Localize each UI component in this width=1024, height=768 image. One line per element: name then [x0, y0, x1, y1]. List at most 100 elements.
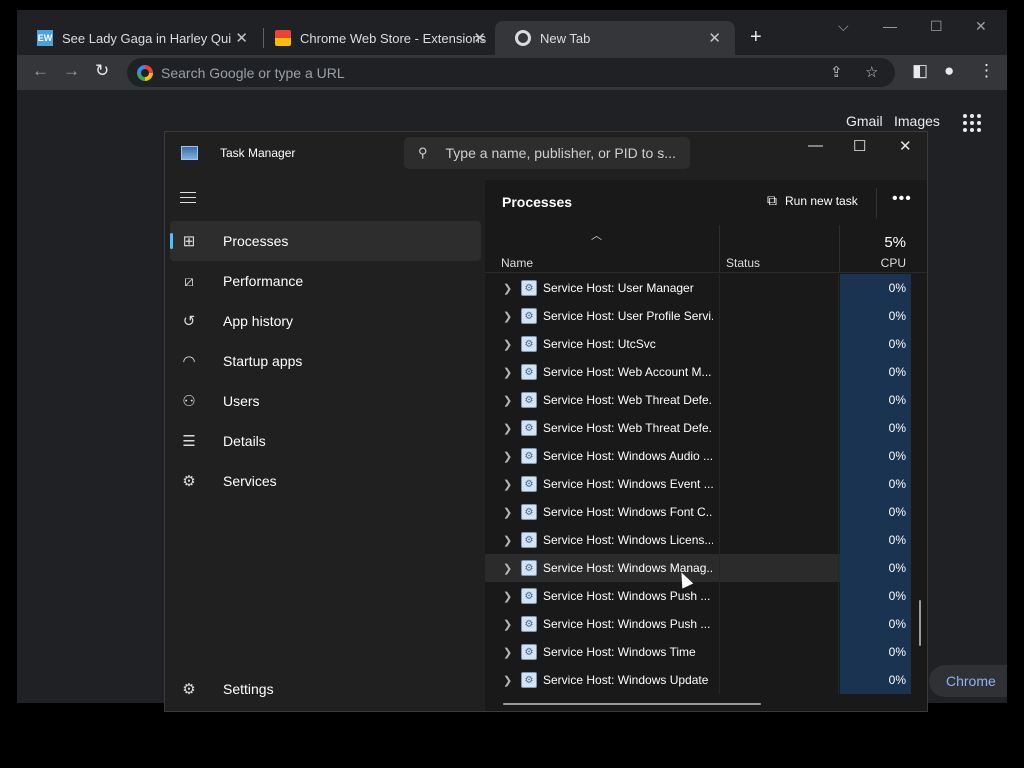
- sidebar-item-label: App history: [223, 313, 294, 329]
- sidebar-item-users[interactable]: ⚇ Users: [170, 381, 481, 421]
- expand-chevron-icon[interactable]: ❯: [503, 674, 513, 687]
- expand-chevron-icon[interactable]: ❯: [503, 338, 513, 351]
- expand-chevron-icon[interactable]: ❯: [503, 534, 513, 547]
- maximize-icon[interactable]: ☐: [853, 137, 866, 155]
- menu-kebab-icon[interactable]: ⋮: [978, 61, 995, 81]
- new-tab-button[interactable]: +: [750, 26, 762, 49]
- minimize-icon[interactable]: —: [808, 137, 823, 154]
- process-status: [719, 358, 839, 386]
- table-row[interactable]: ❯ ⚙ Service Host: Windows Font C... 0%: [485, 498, 911, 526]
- images-link[interactable]: Images: [894, 113, 940, 129]
- table-row[interactable]: ❯ ⚙ Service Host: Windows Push ... 0%: [485, 582, 911, 610]
- window-title: Task Manager: [220, 146, 296, 160]
- hamburger-menu-icon[interactable]: [180, 192, 196, 207]
- process-cpu: 0%: [840, 302, 911, 330]
- task-manager-logo-icon: [181, 146, 198, 160]
- process-status: [719, 330, 839, 358]
- column-cpu-header[interactable]: 5% CPU: [840, 225, 911, 273]
- tab-new-tab[interactable]: New Tab ✕: [495, 21, 735, 55]
- sidebar-item-performance[interactable]: ⧄ Performance: [170, 261, 481, 301]
- task-manager-window: Task Manager ⚲ Type a name, publisher, o…: [164, 131, 928, 712]
- sidebar-item-processes[interactable]: ⊞ Processes: [170, 221, 481, 261]
- service-host-icon: ⚙: [521, 560, 537, 576]
- table-row[interactable]: ❯ ⚙ Service Host: User Manager 0%: [485, 274, 911, 302]
- processes-icon: ⊞: [182, 233, 196, 250]
- process-status: [719, 274, 839, 302]
- table-row[interactable]: ❯ ⚙ Service Host: Windows Audio ... 0%: [485, 442, 911, 470]
- profile-icon[interactable]: ●: [944, 61, 954, 81]
- run-new-task-button[interactable]: ⧉ Run new task: [767, 192, 858, 209]
- table-row[interactable]: ❯ ⚙ Service Host: Web Threat Defe... 0%: [485, 386, 911, 414]
- expand-chevron-icon[interactable]: ❯: [503, 450, 513, 463]
- sidebar-item-settings[interactable]: ⚙ Settings: [170, 669, 481, 709]
- sidebar-item-details[interactable]: ☰ Details: [170, 421, 481, 461]
- forward-icon[interactable]: →: [63, 61, 80, 81]
- tab-search-chevron-icon[interactable]: ⌵: [838, 18, 849, 35]
- horizontal-scrollbar[interactable]: [503, 703, 761, 705]
- expand-chevron-icon[interactable]: ❯: [503, 478, 513, 491]
- gmail-link[interactable]: Gmail: [846, 113, 883, 129]
- expand-chevron-icon[interactable]: ❯: [503, 366, 513, 379]
- expand-chevron-icon[interactable]: ❯: [503, 310, 513, 323]
- process-name: Service Host: Windows Audio ...: [543, 449, 713, 463]
- sidebar-item-services[interactable]: ⚙ Services: [170, 461, 481, 501]
- expand-chevron-icon[interactable]: ❯: [503, 506, 513, 519]
- table-row[interactable]: ❯ ⚙ Service Host: Windows Manag... 0%: [485, 554, 911, 582]
- process-name: Service Host: Windows Licens...: [543, 533, 713, 547]
- tab-chrome-web-store[interactable]: Chrome Web Store - Extensions ✕: [255, 21, 500, 55]
- tab-ew-article[interactable]: EW See Lady Gaga in Harley Quinn m ✕: [17, 21, 262, 55]
- chrome-web-store-icon: [275, 30, 291, 46]
- service-host-icon: ⚙: [521, 280, 537, 296]
- table-row[interactable]: ❯ ⚙ Service Host: User Profile Servi... 0%: [485, 302, 911, 330]
- table-row[interactable]: ❯ ⚙ Service Host: Windows Event ... 0%: [485, 470, 911, 498]
- close-window-icon[interactable]: ✕: [975, 18, 987, 35]
- sort-ascending-icon: ︿: [591, 230, 602, 242]
- service-host-icon: ⚙: [521, 392, 537, 408]
- column-divider[interactable]: [719, 225, 720, 273]
- share-icon[interactable]: ⇪: [830, 63, 843, 81]
- sidebar-item-label: Details: [223, 433, 266, 449]
- table-row[interactable]: ❯ ⚙ Service Host: Windows Push ... 0%: [485, 610, 911, 638]
- table-row[interactable]: ❯ ⚙ Service Host: UtcSvc 0%: [485, 330, 911, 358]
- table-row[interactable]: ❯ ⚙ Service Host: Windows Licens... 0%: [485, 526, 911, 554]
- expand-chevron-icon[interactable]: ❯: [503, 282, 513, 295]
- expand-chevron-icon[interactable]: ❯: [503, 422, 513, 435]
- close-icon[interactable]: ✕: [708, 29, 721, 47]
- sidebar-item-startup-apps[interactable]: ◠ Startup apps: [170, 341, 481, 381]
- close-icon[interactable]: ✕: [473, 29, 486, 47]
- process-status: [719, 666, 839, 694]
- column-name-header[interactable]: Name: [501, 256, 533, 270]
- process-name: Service Host: Windows Time: [543, 645, 696, 659]
- sidebar-item-label: Startup apps: [223, 353, 303, 369]
- expand-chevron-icon[interactable]: ❯: [503, 562, 513, 575]
- table-row[interactable]: ❯ ⚙ Service Host: Web Account M... 0%: [485, 358, 911, 386]
- process-cpu: 0%: [840, 498, 911, 526]
- column-status-header[interactable]: Status: [726, 256, 760, 270]
- customize-chrome-button[interactable]: Chrome: [929, 665, 1007, 697]
- side-panel-icon[interactable]: ◧: [912, 61, 928, 81]
- process-status: [719, 582, 839, 610]
- table-row[interactable]: ❯ ⚙ Service Host: Windows Time 0%: [485, 638, 911, 666]
- table-row[interactable]: ❯ ⚙ Service Host: Windows Update 0%: [485, 666, 911, 694]
- process-status: [719, 414, 839, 442]
- expand-chevron-icon[interactable]: ❯: [503, 590, 513, 603]
- omnibox[interactable]: Search Google or type a URL ⇪ ☆: [127, 58, 895, 87]
- reload-icon[interactable]: ↻: [95, 61, 109, 81]
- more-options-icon[interactable]: •••: [892, 190, 912, 208]
- close-icon[interactable]: ✕: [235, 29, 248, 47]
- minimize-icon[interactable]: —: [883, 18, 897, 34]
- expand-chevron-icon[interactable]: ❯: [503, 646, 513, 659]
- expand-chevron-icon[interactable]: ❯: [503, 394, 513, 407]
- process-status: [719, 638, 839, 666]
- vertical-scrollbar[interactable]: [919, 600, 921, 646]
- close-icon[interactable]: ✕: [899, 137, 912, 155]
- sidebar-item-app-history[interactable]: ↺ App history: [170, 301, 481, 341]
- maximize-icon[interactable]: ☐: [930, 18, 943, 35]
- expand-chevron-icon[interactable]: ❯: [503, 618, 513, 631]
- process-status: [719, 554, 839, 582]
- bookmark-star-icon[interactable]: ☆: [865, 63, 878, 81]
- search-input[interactable]: ⚲ Type a name, publisher, or PID to s...: [404, 137, 690, 169]
- table-row[interactable]: ❯ ⚙ Service Host: Web Threat Defe... 0%: [485, 414, 911, 442]
- google-apps-icon[interactable]: [963, 114, 981, 132]
- back-icon[interactable]: ←: [32, 61, 49, 81]
